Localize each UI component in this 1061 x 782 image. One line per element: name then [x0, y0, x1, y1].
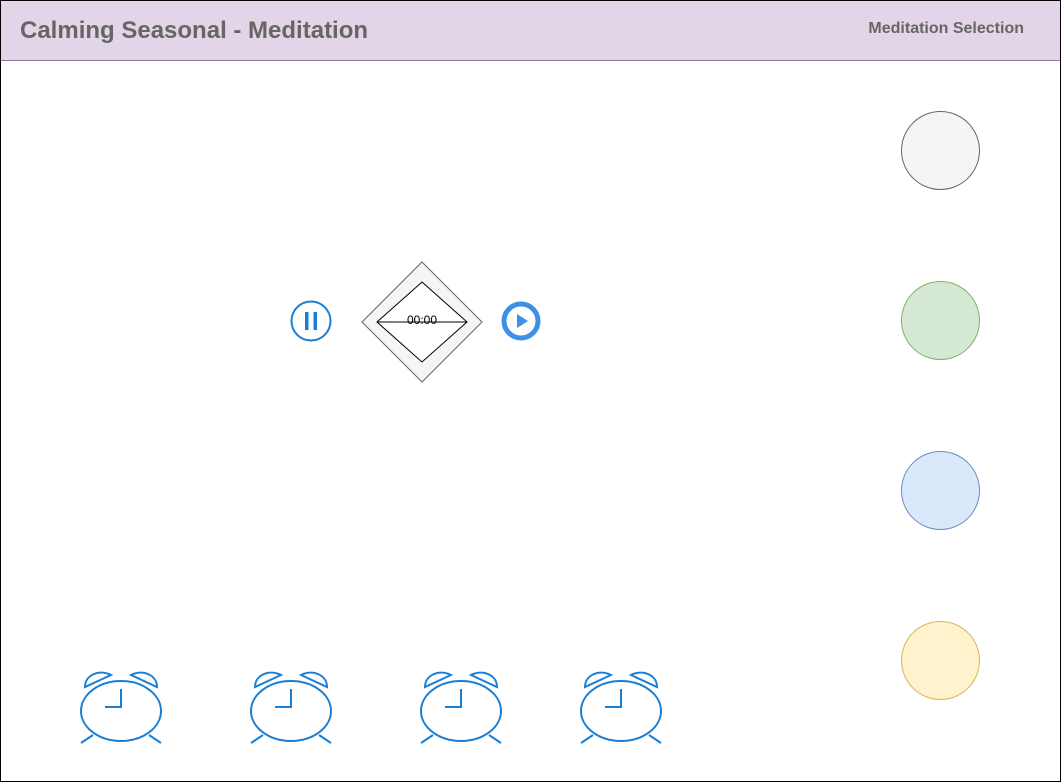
- play-button[interactable]: [500, 300, 542, 342]
- alarm-clock-icon: [580, 671, 662, 744]
- alarm-clock-3[interactable]: [419, 669, 503, 745]
- meditation-selection-link[interactable]: Meditation Selection: [868, 20, 1024, 38]
- alarm-clock-4[interactable]: [579, 669, 663, 745]
- alarm-clock-icon: [420, 671, 502, 744]
- season-circle-2[interactable]: [901, 281, 980, 360]
- timer-display: 00:00: [361, 261, 483, 383]
- timer-value: 00:00: [406, 313, 438, 327]
- alarm-clock-2[interactable]: [249, 669, 333, 745]
- app-frame: Calming Seasonal - Meditation Meditation…: [0, 0, 1061, 782]
- header-bar: Calming Seasonal - Meditation Meditation…: [1, 1, 1060, 61]
- season-circle-4[interactable]: [901, 621, 980, 700]
- pause-circle-icon: [290, 300, 332, 342]
- alarm-clock-1[interactable]: [79, 669, 163, 745]
- page-title: Calming Seasonal - Meditation: [20, 17, 369, 44]
- season-circle-3[interactable]: [901, 451, 980, 530]
- alarm-clock-icon: [250, 671, 332, 744]
- season-circle-1[interactable]: [901, 111, 980, 190]
- pause-button[interactable]: [290, 300, 332, 342]
- alarm-clock-icon: [80, 671, 162, 744]
- play-circle-icon: [501, 301, 541, 341]
